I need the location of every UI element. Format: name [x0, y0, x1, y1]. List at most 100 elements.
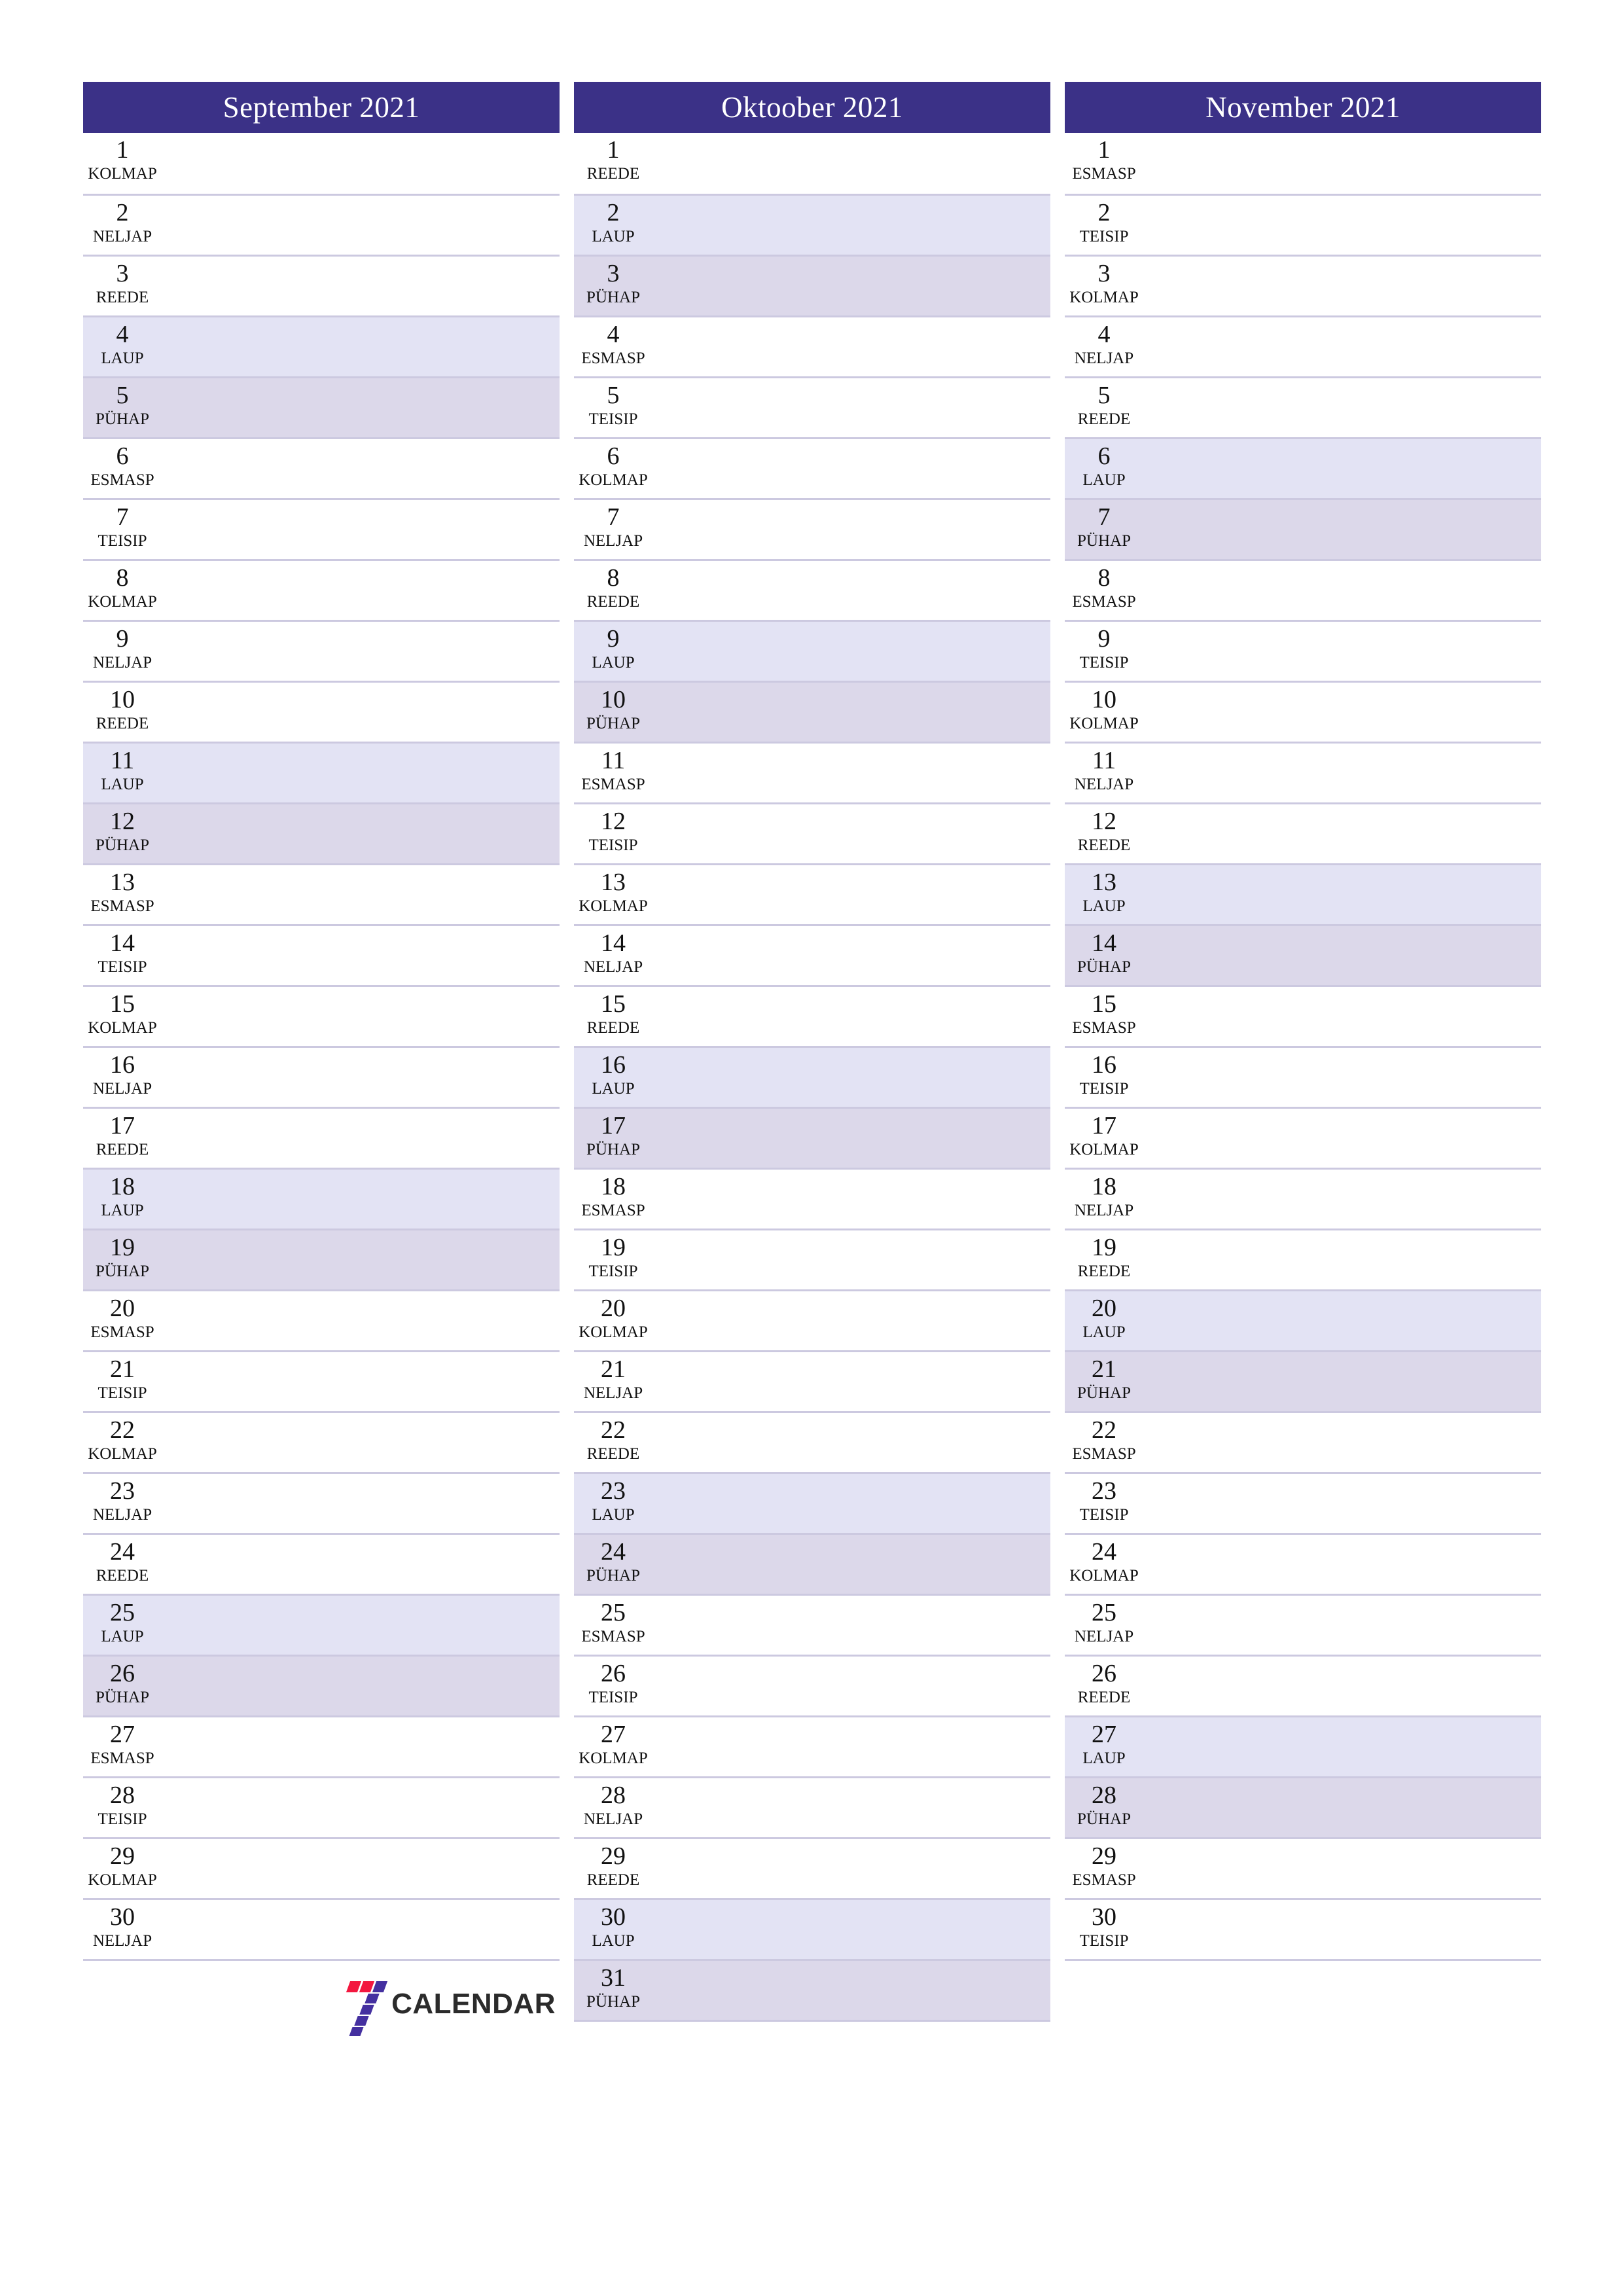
- day-weekday-label: NELJAP: [583, 1810, 643, 1828]
- day-row[interactable]: 11 NELJAP: [1065, 742, 1541, 802]
- day-row[interactable]: 6 LAUP: [1065, 437, 1541, 498]
- day-row[interactable]: 17 KOLMAP: [1065, 1107, 1541, 1168]
- day-row[interactable]: 30 NELJAP: [83, 1898, 560, 1959]
- day-row[interactable]: 6 KOLMAP: [574, 437, 1050, 498]
- day-row[interactable]: 3 REEDE: [83, 255, 560, 315]
- day-weekday-label: KOLMAP: [88, 1445, 157, 1463]
- day-row[interactable]: 22 ESMASP: [1065, 1411, 1541, 1472]
- day-row[interactable]: 5 TEISIP: [574, 376, 1050, 437]
- day-row[interactable]: 23 NELJAP: [83, 1472, 560, 1533]
- day-row[interactable]: 3 KOLMAP: [1065, 255, 1541, 315]
- day-row[interactable]: 24 PÜHAP: [574, 1533, 1050, 1594]
- day-row[interactable]: 27 ESMASP: [83, 1715, 560, 1776]
- day-row[interactable]: 10 REEDE: [83, 681, 560, 742]
- day-row[interactable]: 15 REEDE: [574, 985, 1050, 1046]
- day-row[interactable]: 16 NELJAP: [83, 1046, 560, 1107]
- day-row[interactable]: 25 LAUP: [83, 1594, 560, 1655]
- day-row[interactable]: 12 REEDE: [1065, 802, 1541, 863]
- day-row[interactable]: 18 LAUP: [83, 1168, 560, 1229]
- day-row[interactable]: 5 REEDE: [1065, 376, 1541, 437]
- day-row[interactable]: 19 TEISIP: [574, 1229, 1050, 1289]
- day-row[interactable]: 15 ESMASP: [1065, 985, 1541, 1046]
- day-row[interactable]: 25 NELJAP: [1065, 1594, 1541, 1655]
- day-row[interactable]: 14 PÜHAP: [1065, 924, 1541, 985]
- day-row[interactable]: 22 KOLMAP: [83, 1411, 560, 1472]
- day-row[interactable]: 10 KOLMAP: [1065, 681, 1541, 742]
- day-row[interactable]: 3 PÜHAP: [574, 255, 1050, 315]
- day-row[interactable]: 19 PÜHAP: [83, 1229, 560, 1289]
- day-row[interactable]: 30 TEISIP: [1065, 1898, 1541, 1959]
- day-row[interactable]: 24 REEDE: [83, 1533, 560, 1594]
- day-row[interactable]: 1 KOLMAP: [83, 133, 560, 194]
- day-row[interactable]: 9 TEISIP: [1065, 620, 1541, 681]
- day-row[interactable]: 18 NELJAP: [1065, 1168, 1541, 1229]
- day-row[interactable]: 11 ESMASP: [574, 742, 1050, 802]
- day-row[interactable]: 21 PÜHAP: [1065, 1350, 1541, 1411]
- day-row[interactable]: 26 PÜHAP: [83, 1655, 560, 1715]
- day-row[interactable]: 7 PÜHAP: [1065, 498, 1541, 559]
- day-row[interactable]: 28 TEISIP: [83, 1776, 560, 1837]
- day-row[interactable]: 20 KOLMAP: [574, 1289, 1050, 1350]
- day-row[interactable]: 17 PÜHAP: [574, 1107, 1050, 1168]
- day-row[interactable]: 28 NELJAP: [574, 1776, 1050, 1837]
- day-row[interactable]: 13 KOLMAP: [574, 863, 1050, 924]
- day-row[interactable]: 5 PÜHAP: [83, 376, 560, 437]
- day-row[interactable]: 13 LAUP: [1065, 863, 1541, 924]
- day-row[interactable]: 13 ESMASP: [83, 863, 560, 924]
- day-row[interactable]: 16 TEISIP: [1065, 1046, 1541, 1107]
- day-row[interactable]: 10 PÜHAP: [574, 681, 1050, 742]
- day-row[interactable]: 7 TEISIP: [83, 498, 560, 559]
- day-row[interactable]: 23 LAUP: [574, 1472, 1050, 1533]
- day-weekday-label: KOLMAP: [579, 1323, 648, 1341]
- day-row[interactable]: 18 ESMASP: [574, 1168, 1050, 1229]
- day-row[interactable]: 8 ESMASP: [1065, 559, 1541, 620]
- day-row[interactable]: 4 ESMASP: [574, 315, 1050, 376]
- day-row[interactable]: 26 TEISIP: [574, 1655, 1050, 1715]
- day-row[interactable]: 20 LAUP: [1065, 1289, 1541, 1350]
- day-row[interactable]: 29 REEDE: [574, 1837, 1050, 1898]
- day-row[interactable]: 19 REEDE: [1065, 1229, 1541, 1289]
- day-number: 16: [110, 1051, 135, 1079]
- day-row[interactable]: 31 PÜHAP: [574, 1959, 1050, 2020]
- day-row[interactable]: 4 NELJAP: [1065, 315, 1541, 376]
- day-weekday-label: PÜHAP: [96, 1689, 149, 1706]
- day-row[interactable]: 12 PÜHAP: [83, 802, 560, 863]
- day-row[interactable]: 21 TEISIP: [83, 1350, 560, 1411]
- day-row[interactable]: 27 LAUP: [1065, 1715, 1541, 1776]
- day-row[interactable]: 23 TEISIP: [1065, 1472, 1541, 1533]
- day-row[interactable]: 20 ESMASP: [83, 1289, 560, 1350]
- day-row[interactable]: 11 LAUP: [83, 742, 560, 802]
- day-row[interactable]: 7 NELJAP: [574, 498, 1050, 559]
- day-row[interactable]: 30 LAUP: [574, 1898, 1050, 1959]
- day-row[interactable]: 12 TEISIP: [574, 802, 1050, 863]
- day-row[interactable]: 14 NELJAP: [574, 924, 1050, 985]
- day-row[interactable]: 22 REEDE: [574, 1411, 1050, 1472]
- day-row[interactable]: 25 ESMASP: [574, 1594, 1050, 1655]
- day-row[interactable]: 2 TEISIP: [1065, 194, 1541, 255]
- day-row[interactable]: 15 KOLMAP: [83, 985, 560, 1046]
- day-row[interactable]: 27 KOLMAP: [574, 1715, 1050, 1776]
- month-title: September 2021: [83, 82, 560, 133]
- day-row[interactable]: 17 REEDE: [83, 1107, 560, 1168]
- day-row[interactable]: 16 LAUP: [574, 1046, 1050, 1107]
- day-row[interactable]: 2 LAUP: [574, 194, 1050, 255]
- day-row[interactable]: 29 ESMASP: [1065, 1837, 1541, 1898]
- day-row[interactable]: 24 KOLMAP: [1065, 1533, 1541, 1594]
- day-row[interactable]: 26 REEDE: [1065, 1655, 1541, 1715]
- day-row[interactable]: 9 LAUP: [574, 620, 1050, 681]
- day-row[interactable]: 28 PÜHAP: [1065, 1776, 1541, 1837]
- day-row[interactable]: 8 REEDE: [574, 559, 1050, 620]
- day-row[interactable]: 6 ESMASP: [83, 437, 560, 498]
- day-row[interactable]: 8 KOLMAP: [83, 559, 560, 620]
- day-row[interactable]: 1 REEDE: [574, 133, 1050, 194]
- day-row[interactable]: 14 TEISIP: [83, 924, 560, 985]
- day-number: 7: [1097, 503, 1111, 531]
- day-row[interactable]: 21 NELJAP: [574, 1350, 1050, 1411]
- day-number: 3: [607, 260, 620, 287]
- day-row[interactable]: 4 LAUP: [83, 315, 560, 376]
- day-row[interactable]: 2 NELJAP: [83, 194, 560, 255]
- day-row[interactable]: 1 ESMASP: [1065, 133, 1541, 194]
- day-row[interactable]: 29 KOLMAP: [83, 1837, 560, 1898]
- day-row[interactable]: 9 NELJAP: [83, 620, 560, 681]
- day-weekday-label: PÜHAP: [1077, 532, 1131, 550]
